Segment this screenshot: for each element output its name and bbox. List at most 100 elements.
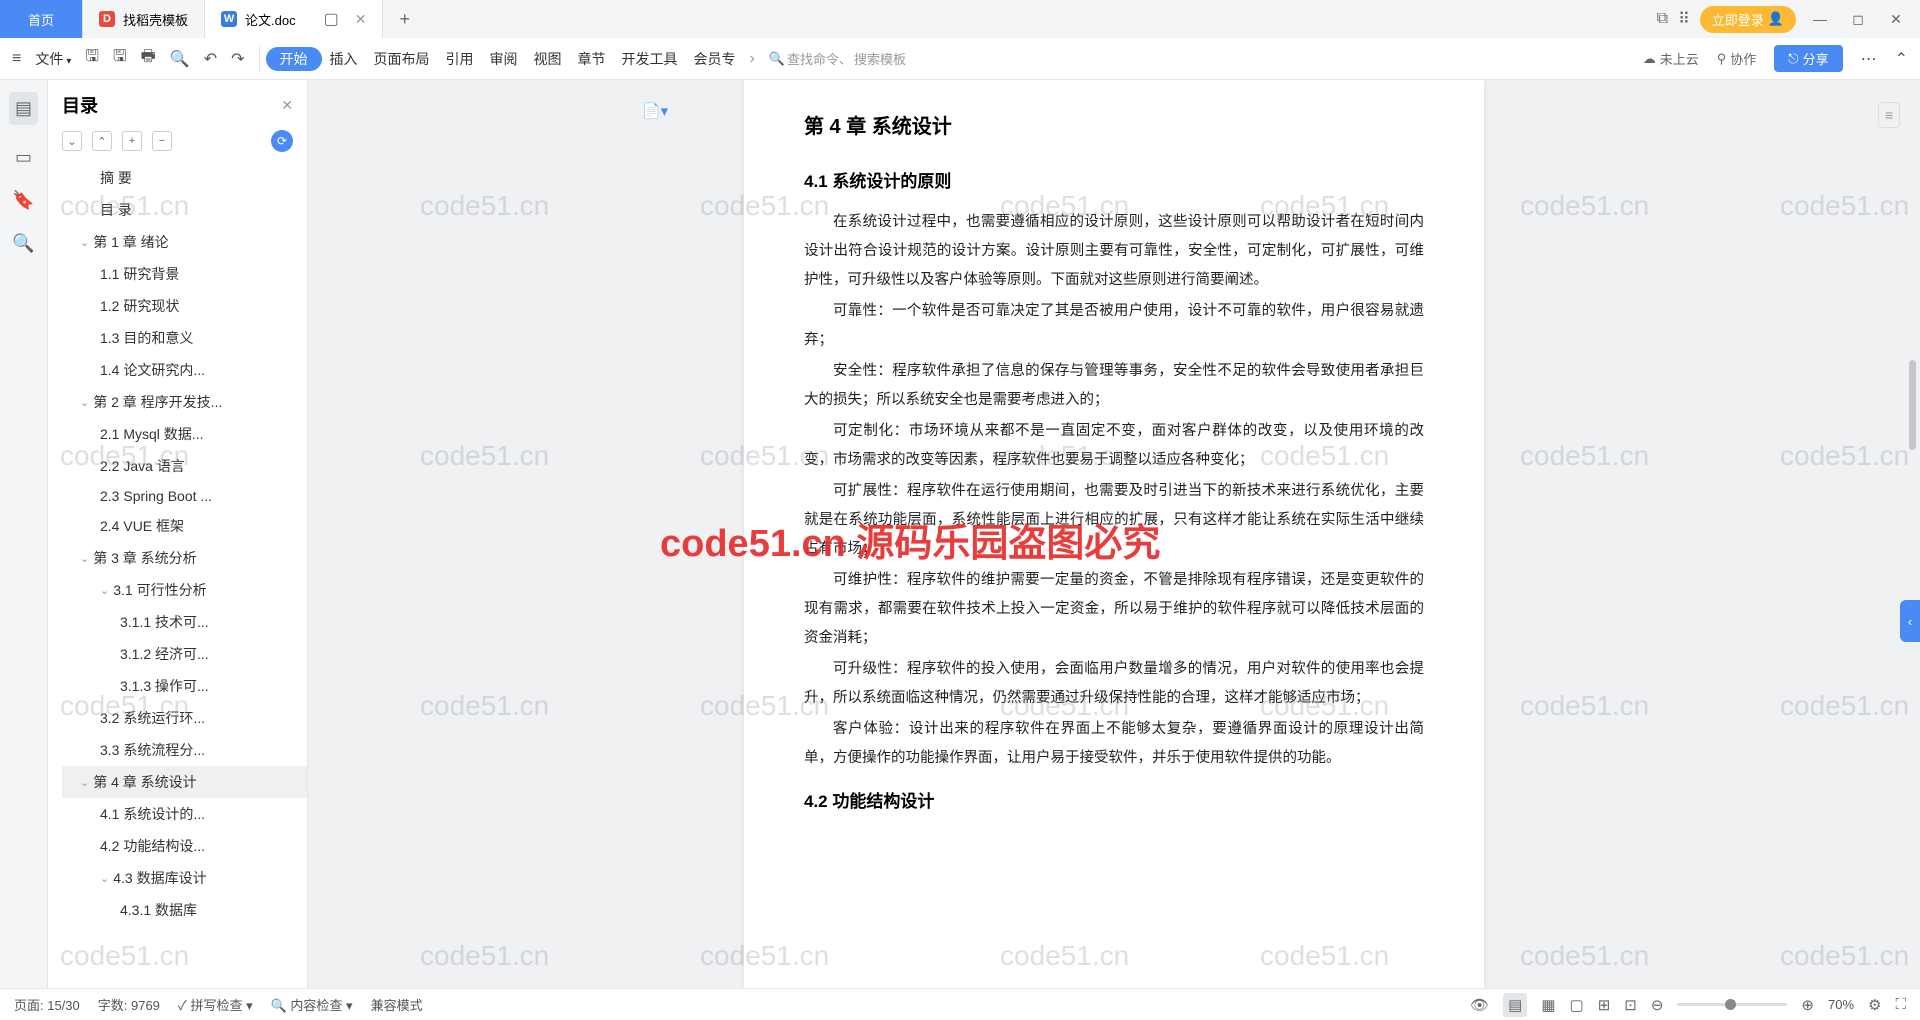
toc-item[interactable]: 1.2 研究现状 (62, 290, 307, 322)
command-search[interactable]: 🔍 查找命令、搜索模板 (769, 49, 906, 68)
toc-item[interactable]: 2.4 VUE 框架 (62, 510, 307, 542)
menu-页面布局[interactable]: 页面布局 (366, 47, 438, 71)
vertical-scrollbar[interactable] (1908, 80, 1918, 988)
toc-sync-icon[interactable]: ⟳ (271, 130, 293, 152)
thumb-panel-icon[interactable]: ▭ (15, 147, 32, 168)
preview-icon[interactable]: 🔍 (170, 49, 190, 69)
toc-item[interactable]: 3.1.3 操作可... (62, 670, 307, 702)
close-icon[interactable]: ✕ (1882, 11, 1910, 28)
toc-item[interactable]: ⌄第 1 章 绪论 (62, 226, 307, 258)
zoom-percent[interactable]: 70% (1828, 997, 1854, 1012)
tab-present-icon[interactable]: ▢ (324, 9, 339, 29)
share-button[interactable]: ⎋分享 (1774, 45, 1842, 72)
menu-会员专[interactable]: 会员专 (686, 47, 744, 71)
apps-icon[interactable]: ⠿ (1678, 9, 1690, 29)
collapse-all-icon[interactable]: ⌄ (62, 131, 82, 151)
zoom-fit-icon[interactable]: ⊡ (1624, 996, 1637, 1014)
maximize-icon[interactable]: ◻ (1844, 11, 1872, 28)
web-view-icon[interactable]: ▢ (1570, 996, 1584, 1014)
file-menu[interactable]: 文件▾ (27, 45, 79, 73)
menu-icon[interactable]: ≡ (12, 50, 21, 68)
search-panel-icon[interactable]: 🔍 (12, 233, 34, 254)
chevron-down-icon: ⌄ (100, 584, 109, 597)
zoom-in-icon[interactable]: ⊕ (1801, 996, 1814, 1014)
toc-item[interactable]: 摘 要 (62, 162, 307, 194)
toc-item[interactable]: ⌄第 4 章 系统设计 (62, 766, 307, 798)
menu-引用[interactable]: 引用 (438, 47, 482, 71)
toc-label: 第 4 章 系统设计 (93, 772, 196, 792)
tab-template[interactable]: D 找稻壳模板 (83, 0, 205, 38)
toc-item[interactable]: 3.1.2 经济可... (62, 638, 307, 670)
content-check[interactable]: 🔍 内容检查 ▾ (271, 995, 353, 1014)
tab-home[interactable]: 首页 (0, 0, 83, 38)
toc-label: 1.3 目的和意义 (100, 328, 193, 348)
toc-item[interactable]: 4.1 系统设计的... (62, 798, 307, 830)
layout-icon[interactable]: ⧉ (1657, 10, 1668, 28)
paragraph: 客户体验：设计出来的程序软件在界面上不能够太复杂，要遵循界面设计的原理设计出简单… (804, 715, 1424, 773)
undo-icon[interactable]: ↶ (204, 49, 217, 69)
menu-开发工具[interactable]: 开发工具 (614, 47, 686, 71)
side-handle[interactable]: ‹ (1900, 600, 1920, 642)
doc-option-icon[interactable]: ≡ (1878, 102, 1900, 128)
outline-view-icon[interactable]: ▦ (1541, 996, 1555, 1014)
menu-视图[interactable]: 视图 (526, 47, 570, 71)
redo-icon[interactable]: ↷ (231, 49, 244, 69)
save-as-icon[interactable]: 🖫 (113, 45, 127, 72)
toc-item[interactable]: 4.2 功能结构设... (62, 830, 307, 862)
print-view-icon[interactable]: ⊞ (1598, 996, 1611, 1014)
print-icon[interactable]: 🖶 (141, 45, 156, 72)
menu-审阅[interactable]: 审阅 (482, 47, 526, 71)
spell-check[interactable]: ✓ 拼写检查 ▾ (178, 995, 253, 1014)
minimize-icon[interactable]: — (1806, 11, 1834, 27)
toc-item[interactable]: ⌄第 2 章 程序开发技... (62, 386, 307, 418)
toc-label: 第 3 章 系统分析 (93, 548, 196, 568)
toc-item[interactable]: 3.2 系统运行环... (62, 702, 307, 734)
toc-item[interactable]: 4.3.1 数据库 (62, 894, 307, 926)
toc-item[interactable]: ⌄第 3 章 系统分析 (62, 542, 307, 574)
toc-item[interactable]: ⌄3.1 可行性分析 (62, 574, 307, 606)
toc-item[interactable]: 3.1.1 技术可... (62, 606, 307, 638)
word-count[interactable]: 字数: 9769 (98, 995, 160, 1014)
toc-item[interactable]: 目 录 (62, 194, 307, 226)
fullscreen-icon[interactable]: ⛶ (1895, 996, 1906, 1013)
outline-panel-icon[interactable]: ▤ (9, 92, 38, 125)
menu-nav-icon[interactable]: › (750, 50, 755, 68)
zoom-thumb[interactable] (1725, 999, 1736, 1010)
page-view-icon[interactable]: ▤ (1503, 993, 1527, 1017)
expand-icon[interactable]: ⌃ (1895, 49, 1908, 69)
tab-doc[interactable]: W 论文.doc ▢ ✕ (205, 0, 383, 38)
toc-item[interactable]: 3.3 系统流程分... (62, 734, 307, 766)
read-mode-icon[interactable]: 👁 (1470, 996, 1489, 1014)
toc-item[interactable]: ⌄4.3 数据库设计 (62, 862, 307, 894)
settings-icon[interactable]: ⚙ (1868, 996, 1881, 1014)
more-icon[interactable]: ⋯ (1861, 49, 1877, 69)
toc-label: 2.4 VUE 框架 (100, 516, 184, 536)
toc-item[interactable]: 1.3 目的和意义 (62, 322, 307, 354)
doc-marker-icon[interactable]: 📄▾ (642, 102, 668, 120)
add-heading-icon[interactable]: + (122, 131, 142, 151)
coop-button[interactable]: ⚲协作 (1717, 49, 1757, 68)
zoom-out-icon[interactable]: ⊖ (1651, 996, 1664, 1014)
paragraph: 可扩展性：程序软件在运行使用期间，也需要及时引进当下的新技术来进行系统优化，主要… (804, 477, 1424, 564)
toc-item[interactable]: 1.4 论文研究内... (62, 354, 307, 386)
menu-开始[interactable]: 开始 (266, 47, 322, 71)
toc-item[interactable]: 1.1 研究背景 (62, 258, 307, 290)
toc-item[interactable]: 2.2 Java 语言 (62, 450, 307, 482)
cloud-status[interactable]: ☁未上云 (1643, 49, 1699, 68)
tab-close-icon[interactable]: ✕ (355, 11, 367, 28)
menu-插入[interactable]: 插入 (322, 47, 366, 71)
scroll-thumb[interactable] (1909, 360, 1916, 450)
sidebar-close-icon[interactable]: ✕ (281, 97, 293, 114)
toc-item[interactable]: 2.1 Mysql 数据... (62, 418, 307, 450)
remove-heading-icon[interactable]: − (152, 131, 172, 151)
login-button[interactable]: 立即登录 👤 (1700, 6, 1796, 33)
zoom-slider[interactable] (1677, 1003, 1787, 1006)
page-count[interactable]: 页面: 15/30 (14, 995, 80, 1014)
save-icon[interactable]: 🖫 (85, 45, 99, 72)
toc-item[interactable]: 2.3 Spring Boot ... (62, 482, 307, 510)
bookmark-panel-icon[interactable]: 🔖 (12, 190, 34, 211)
expand-all-icon[interactable]: ⌃ (92, 131, 112, 151)
compat-mode[interactable]: 兼容模式 (371, 995, 423, 1014)
new-tab-button[interactable]: + (383, 0, 426, 38)
menu-章节[interactable]: 章节 (570, 47, 614, 71)
